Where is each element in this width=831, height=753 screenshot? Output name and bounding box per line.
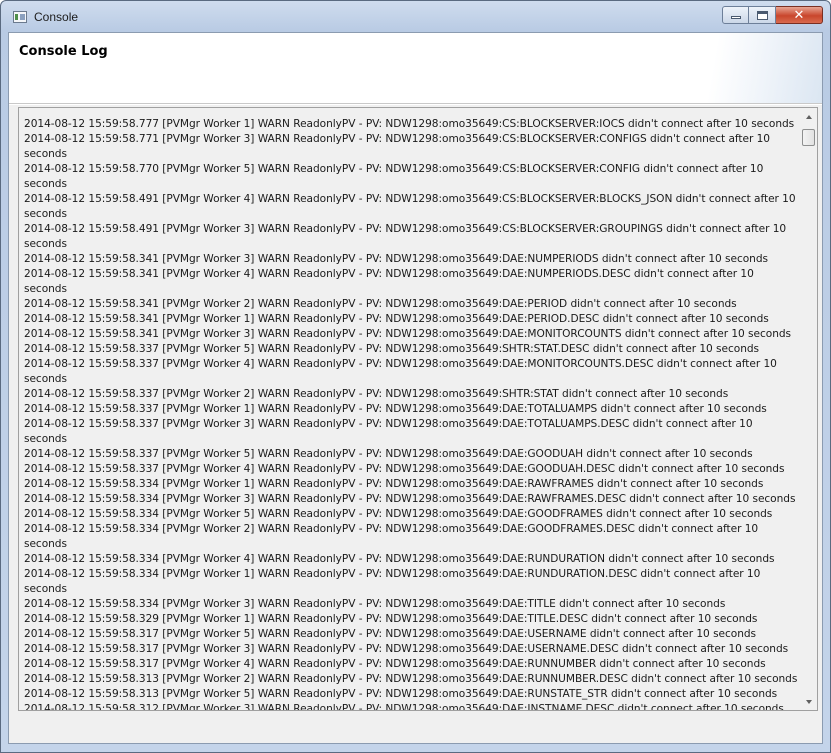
log-line: 2014-08-12 15:59:58.313 [PVMgr Worker 5]… bbox=[24, 688, 778, 700]
log-line: 2014-08-12 15:59:58.341 [PVMgr Worker 3]… bbox=[24, 328, 792, 340]
log-line: 2014-08-12 15:59:58.337 [PVMgr Worker 4]… bbox=[24, 463, 785, 475]
log-line: seconds bbox=[24, 373, 67, 385]
log-line: 2014-08-12 15:59:58.317 [PVMgr Worker 3]… bbox=[24, 643, 789, 655]
page-title: Console Log bbox=[19, 44, 108, 59]
log-line: 2014-08-12 15:59:58.317 [PVMgr Worker 4]… bbox=[24, 658, 766, 670]
vertical-scrollbar[interactable] bbox=[800, 108, 817, 710]
caption-buttons: ✕ bbox=[722, 6, 823, 26]
log-line: seconds bbox=[24, 238, 67, 250]
scrollbar-thumb[interactable] bbox=[802, 129, 815, 146]
header-divider bbox=[9, 104, 822, 105]
log-line: seconds bbox=[24, 178, 67, 190]
console-client-area: Console Log 2014-08-12 15:59:58.777 [PVM… bbox=[8, 32, 823, 744]
log-line: 2014-08-12 15:59:58.337 [PVMgr Worker 4]… bbox=[24, 358, 777, 370]
log-line: 2014-08-12 15:59:58.337 [PVMgr Worker 3]… bbox=[24, 418, 753, 430]
log-line: 2014-08-12 15:59:58.337 [PVMgr Worker 1]… bbox=[24, 403, 767, 415]
log-line: 2014-08-12 15:59:58.337 [PVMgr Worker 5]… bbox=[24, 448, 753, 460]
log-line: 2014-08-12 15:59:58.341 [PVMgr Worker 2]… bbox=[24, 298, 737, 310]
close-button[interactable]: ✕ bbox=[776, 6, 823, 24]
console-log-text[interactable]: 2014-08-12 15:59:58.777 [PVMgr Worker 1]… bbox=[24, 117, 799, 711]
minimize-button[interactable] bbox=[722, 6, 749, 24]
log-line: 2014-08-12 15:59:58.341 [PVMgr Worker 3]… bbox=[24, 253, 768, 265]
log-line: 2014-08-12 15:59:58.341 [PVMgr Worker 4]… bbox=[24, 268, 754, 295]
log-line: 2014-08-12 15:59:58.491 [PVMgr Worker 3]… bbox=[24, 223, 787, 235]
log-line: seconds bbox=[24, 538, 67, 550]
log-line: 2014-08-12 15:59:58.317 [PVMgr Worker 5]… bbox=[24, 628, 757, 640]
title-bar[interactable]: Console ✕ bbox=[1, 1, 830, 33]
log-line: 2014-08-12 15:59:58.491 [PVMgr Worker 4]… bbox=[24, 193, 796, 205]
window-title: Console bbox=[34, 10, 79, 24]
log-line: 2014-08-12 15:59:58.337 [PVMgr Worker 5]… bbox=[24, 343, 760, 355]
log-line: 2014-08-12 15:59:58.334 [PVMgr Worker 1]… bbox=[24, 478, 764, 490]
log-line: seconds bbox=[24, 148, 67, 160]
log-line: seconds bbox=[24, 583, 67, 595]
log-line: 2014-08-12 15:59:58.329 [PVMgr Worker 1]… bbox=[24, 613, 758, 625]
log-line: 2014-08-12 15:59:58.334 [PVMgr Worker 3]… bbox=[24, 598, 726, 610]
log-line: 2014-08-12 15:59:58.334 [PVMgr Worker 2]… bbox=[24, 523, 759, 535]
console-window: Console ✕ Console Log 2014-08-12 15:59:5… bbox=[0, 0, 831, 753]
console-log-panel[interactable]: 2014-08-12 15:59:58.777 [PVMgr Worker 1]… bbox=[18, 107, 818, 711]
console-header: Console Log bbox=[9, 33, 822, 104]
close-icon: ✕ bbox=[793, 7, 805, 23]
log-line: 2014-08-12 15:59:58.777 [PVMgr Worker 1]… bbox=[24, 118, 795, 130]
arrow-up-icon bbox=[805, 114, 812, 119]
log-line: 2014-08-12 15:59:58.313 [PVMgr Worker 2]… bbox=[24, 673, 798, 685]
scroll-up-button[interactable] bbox=[800, 108, 817, 125]
console-app-icon[interactable] bbox=[13, 11, 27, 23]
scroll-down-button[interactable] bbox=[800, 693, 817, 710]
log-line: 2014-08-12 15:59:58.770 [PVMgr Worker 5]… bbox=[24, 163, 764, 175]
minimize-icon bbox=[730, 16, 741, 19]
maximize-button[interactable] bbox=[749, 6, 776, 24]
log-line: 2014-08-12 15:59:58.771 [PVMgr Worker 3]… bbox=[24, 133, 770, 145]
log-line: 2014-08-12 15:59:58.341 [PVMgr Worker 1]… bbox=[24, 313, 769, 325]
arrow-down-icon bbox=[805, 699, 812, 704]
log-line: seconds bbox=[24, 433, 67, 445]
log-line: 2014-08-12 15:59:58.312 [PVMgr Worker 3]… bbox=[24, 703, 784, 711]
log-line: seconds bbox=[24, 208, 67, 220]
log-line: 2014-08-12 15:59:58.334 [PVMgr Worker 1]… bbox=[24, 568, 761, 580]
log-line: 2014-08-12 15:59:58.334 [PVMgr Worker 5]… bbox=[24, 508, 773, 520]
log-line: 2014-08-12 15:59:58.334 [PVMgr Worker 3]… bbox=[24, 493, 796, 505]
log-line: 2014-08-12 15:59:58.337 [PVMgr Worker 2]… bbox=[24, 388, 729, 400]
log-line: 2014-08-12 15:59:58.334 [PVMgr Worker 4]… bbox=[24, 553, 775, 565]
maximize-icon bbox=[756, 10, 768, 20]
